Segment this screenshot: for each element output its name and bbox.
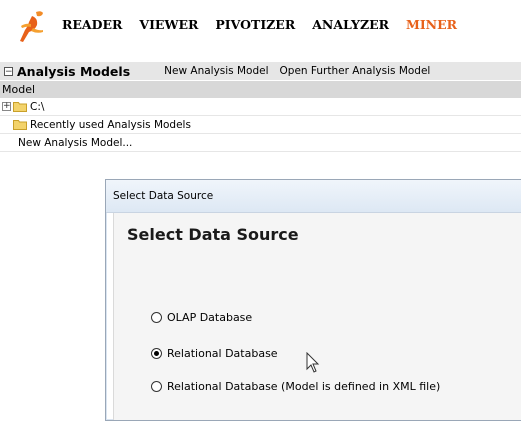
- new-analysis-model-link[interactable]: New Analysis Model: [164, 65, 268, 77]
- tree-row-label: New Analysis Model...: [18, 136, 133, 149]
- option-olap-database[interactable]: OLAP Database: [151, 311, 252, 324]
- option-label: Relational Database: [167, 347, 278, 360]
- radio-button[interactable]: [151, 312, 162, 323]
- radio-button-checked[interactable]: [151, 348, 162, 359]
- tree-row-label: C:\: [30, 100, 45, 113]
- option-relational-database-xml[interactable]: Relational Database (Model is defined in…: [151, 380, 440, 393]
- nav-analyzer[interactable]: ANALYZER: [312, 17, 389, 32]
- model-column-header[interactable]: Model: [0, 81, 521, 98]
- dialog-body: Select Data Source OLAP Database Relatio…: [113, 213, 521, 420]
- main-nav: READER VIEWER PIVOTIZER ANALYZER MINER: [62, 14, 474, 34]
- analysis-models-toolbar: − Analysis Models New Analysis Model Ope…: [0, 62, 521, 80]
- nav-miner[interactable]: MINER: [406, 17, 457, 32]
- option-label: OLAP Database: [167, 311, 253, 324]
- folder-icon: [13, 120, 27, 130]
- collapse-icon[interactable]: −: [4, 66, 13, 76]
- radio-button[interactable]: [151, 381, 162, 392]
- dialog-heading: Select Data Source: [127, 225, 299, 244]
- nav-reader[interactable]: READER: [62, 17, 122, 32]
- folder-icon: [13, 102, 27, 112]
- expand-icon[interactable]: +: [2, 102, 11, 111]
- tree-row-c-drive[interactable]: + C:\: [0, 98, 521, 116]
- select-data-source-dialog: Select Data Source Select Data Source OL…: [105, 179, 521, 421]
- tree-row-recent-models[interactable]: Recently used Analysis Models: [0, 116, 521, 134]
- panel-title: Analysis Models: [17, 63, 131, 79]
- nav-pivotizer[interactable]: PIVOTIZER: [215, 17, 295, 32]
- nav-viewer[interactable]: VIEWER: [139, 17, 198, 32]
- dialog-titlebar[interactable]: Select Data Source: [106, 180, 521, 213]
- mouse-cursor-icon: [306, 352, 320, 373]
- option-relational-database[interactable]: Relational Database: [151, 347, 278, 360]
- tree-row-label: Recently used Analysis Models: [30, 118, 191, 131]
- open-further-analysis-model-link[interactable]: Open Further Analysis Model: [280, 65, 431, 77]
- tree-row-new-analysis-model[interactable]: New Analysis Model...: [0, 134, 521, 152]
- option-label: Relational Database (Model is defined in…: [167, 380, 441, 393]
- runner-logo-icon: [20, 11, 43, 42]
